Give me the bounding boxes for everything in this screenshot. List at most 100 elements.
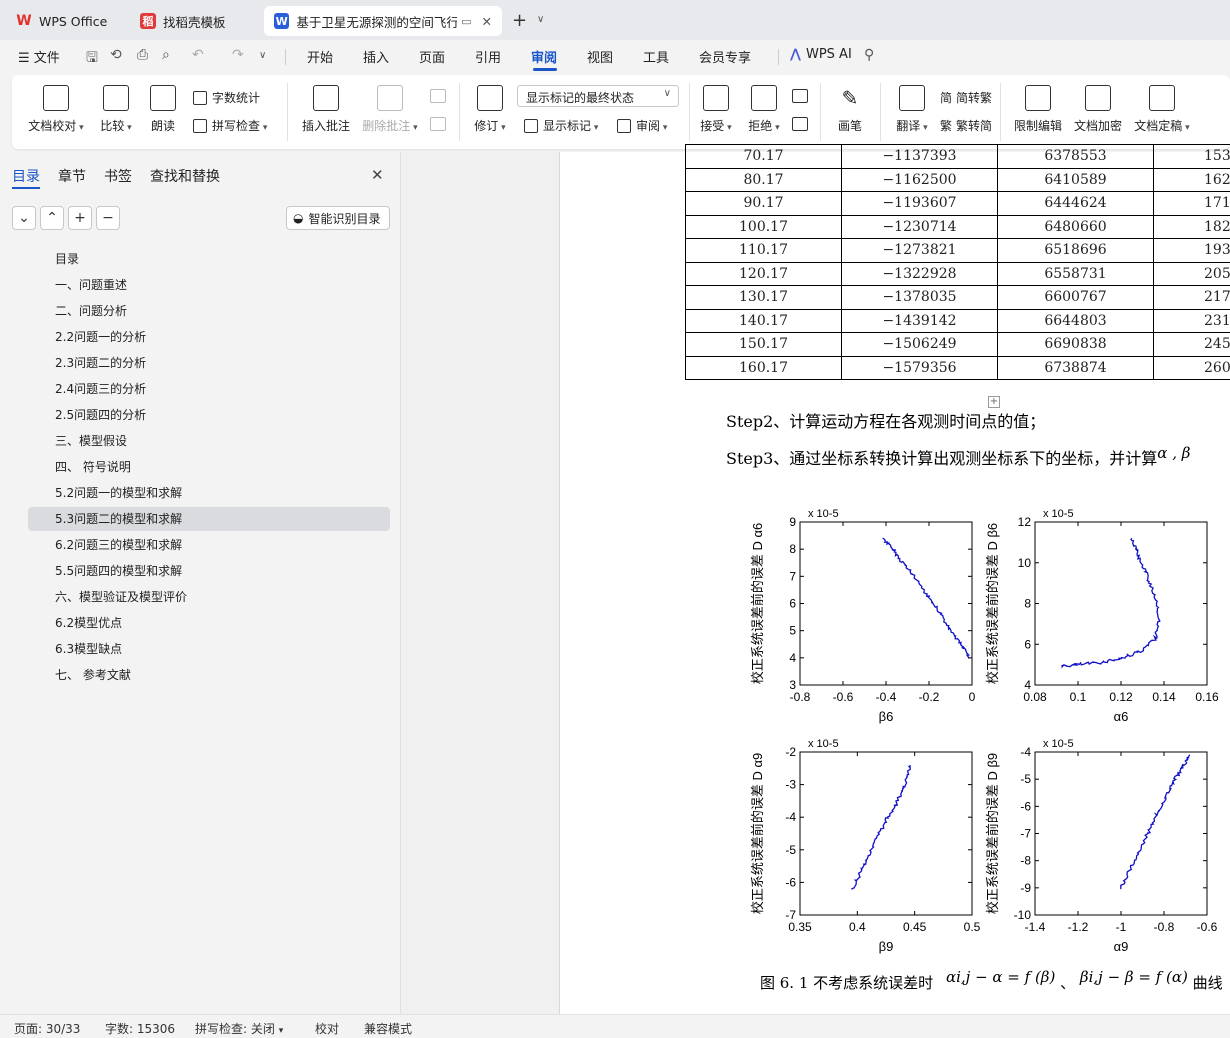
- y-tick-label: 5: [789, 624, 796, 638]
- menu-tools[interactable]: 工具: [643, 47, 669, 66]
- table-cell: 70.17: [685, 144, 842, 169]
- share-icon[interactable]: ⟲: [110, 47, 122, 63]
- save-icon[interactable]: 🖫: [86, 47, 98, 71]
- tab-docer[interactable]: 稻 找稻壳模板: [130, 6, 260, 36]
- toc-item[interactable]: 2.3问题二的分析: [28, 351, 390, 375]
- menu-view[interactable]: 视图: [587, 47, 613, 66]
- prev-comment-icon[interactable]: [430, 89, 446, 103]
- word-count-button[interactable]: 字数统计: [193, 89, 260, 106]
- table-cell: 2452: [1153, 332, 1230, 357]
- toc-item[interactable]: 5.2问题一的模型和求解: [28, 481, 390, 505]
- tab-wps-office[interactable]: W WPS Office: [6, 6, 124, 36]
- y-tick-label: -10: [1014, 908, 1032, 922]
- toc-item[interactable]: 2.4问题三的分析: [28, 377, 390, 401]
- tab-toc[interactable]: 目录: [12, 166, 40, 186]
- toc-item[interactable]: 二、问题分析: [28, 299, 390, 323]
- undo-icon[interactable]: ↶: [192, 47, 204, 63]
- doc-check-button[interactable]: 文档校对: [28, 85, 84, 134]
- toc-item[interactable]: 6.3模型缺点: [28, 637, 390, 661]
- figure-caption: 图 6. 1 不考虑系统误差时 αi,j − α = f (β) 、 βi,j …: [760, 968, 1223, 993]
- prev-change-icon[interactable]: [792, 89, 808, 103]
- toc-item[interactable]: 七、 参考文献: [28, 663, 390, 687]
- toc-item[interactable]: 四、 符号说明: [28, 455, 390, 479]
- show-markup-button[interactable]: 显示标记: [524, 117, 598, 134]
- close-tab-icon[interactable]: ✕: [482, 14, 492, 29]
- search-icon[interactable]: ⚲: [864, 47, 874, 63]
- proof-status[interactable]: 校对: [315, 1020, 339, 1037]
- reject-button[interactable]: 拒绝: [746, 85, 782, 134]
- to-simplified-button[interactable]: 繁繁转简: [940, 117, 992, 134]
- scale-note: x 10-5: [1043, 738, 1074, 750]
- hamburger-icon: ☰: [18, 51, 30, 66]
- print-icon[interactable]: ⎙: [137, 47, 148, 63]
- translate-icon: [899, 85, 925, 111]
- menu-member[interactable]: 会员专享: [699, 47, 751, 66]
- spell-check-label: 拼写检查: [212, 117, 267, 134]
- print-preview-icon[interactable]: ⌕: [162, 47, 170, 63]
- menu-page[interactable]: 页面: [419, 47, 445, 66]
- compare-button[interactable]: 比较: [96, 85, 136, 134]
- menu-bar: ☰ 文件 🖫 ⟲ ⎙ ⌕ ↶ ↷ ∨ 开始 插入 页面 引用 审阅 视图 工具 …: [0, 40, 1230, 72]
- to-traditional-button[interactable]: 简简转繁: [940, 89, 992, 106]
- step3-paragraph: Step3、通过坐标系转换计算出观测坐标系下的坐标，并计算α , β: [726, 444, 1190, 469]
- remove-heading-button[interactable]: −: [96, 206, 120, 230]
- next-change-icon[interactable]: [792, 117, 808, 131]
- toc-item[interactable]: 2.5问题四的分析: [28, 403, 390, 427]
- encrypt-button[interactable]: 文档加密: [1072, 85, 1124, 134]
- new-tab-icon[interactable]: +: [512, 10, 527, 31]
- markup-state-select[interactable]: 显示标记的最终状态 ∨: [517, 85, 679, 107]
- x-tick-label: -1.2: [1068, 920, 1089, 934]
- menu-references[interactable]: 引用: [475, 47, 501, 66]
- toc-item[interactable]: 六、模型验证及模型评价: [28, 585, 390, 609]
- collapse-all-button[interactable]: ⌄: [12, 206, 36, 230]
- translate-button[interactable]: 翻译: [892, 85, 932, 134]
- toc-item[interactable]: 5.3问题二的模型和求解: [28, 507, 390, 531]
- menu-home[interactable]: 开始: [307, 47, 333, 66]
- word-count[interactable]: 字数: 15306: [105, 1020, 175, 1037]
- redo-icon[interactable]: ↷: [232, 47, 244, 63]
- tab-find-replace[interactable]: 查找和替换: [150, 166, 220, 186]
- toc-item[interactable]: 5.5问题四的模型和求解: [28, 559, 390, 583]
- tab-document[interactable]: W 基于卫星无源探测的空间飞行器 ▭ ✕: [264, 6, 502, 36]
- table-cell: 1539: [1153, 144, 1230, 169]
- toc-item[interactable]: 三、模型假设: [28, 429, 390, 453]
- smart-toc-button[interactable]: ◒ 智能识别目录: [286, 206, 390, 230]
- tab-list-chevron-icon[interactable]: ∨: [537, 14, 544, 25]
- tab-bookmarks[interactable]: 书签: [104, 166, 132, 186]
- tab-chapters[interactable]: 章节: [58, 166, 86, 186]
- close-pane-icon[interactable]: ✕: [371, 166, 384, 184]
- wps-ai-button[interactable]: ⋀ WPS AI: [790, 47, 852, 62]
- insert-comment-button[interactable]: 插入批注: [300, 85, 352, 134]
- more-chevron-icon[interactable]: ∨: [259, 50, 266, 61]
- menu-review[interactable]: 审阅: [531, 47, 557, 66]
- table-add-row-icon[interactable]: +: [988, 396, 1000, 408]
- expand-up-button[interactable]: ⌃: [40, 206, 64, 230]
- restrict-edit-button[interactable]: 限制编辑: [1012, 85, 1064, 134]
- track-changes-button[interactable]: 修订: [470, 85, 510, 134]
- file-menu[interactable]: ☰ 文件: [18, 47, 60, 66]
- toc-item[interactable]: 6.2模型优点: [28, 611, 390, 635]
- table-cell: 1625: [1153, 167, 1230, 192]
- toc-item[interactable]: 一、问题重述: [28, 273, 390, 297]
- next-comment-icon[interactable]: [430, 117, 446, 131]
- toc-item[interactable]: 目录: [28, 247, 390, 271]
- finalize-button[interactable]: 文档定稿: [1132, 85, 1192, 134]
- read-aloud-button[interactable]: 朗读: [148, 85, 178, 134]
- menu-insert[interactable]: 插入: [363, 47, 389, 66]
- review-pane-button[interactable]: 审阅: [617, 117, 667, 134]
- add-heading-button[interactable]: +: [68, 206, 92, 230]
- toc-item[interactable]: 2.2问题一的分析: [28, 325, 390, 349]
- pen-button[interactable]: ✎ 画笔: [832, 85, 868, 134]
- accept-button[interactable]: 接受: [698, 85, 734, 134]
- read-aloud-label: 朗读: [150, 119, 175, 133]
- delete-comment-button[interactable]: 删除批注: [360, 85, 420, 134]
- table-cell: −1579356: [841, 355, 998, 380]
- page-indicator[interactable]: 页面: 30/33: [14, 1020, 80, 1037]
- spell-check-status[interactable]: 拼写检查: 关闭 ▾: [195, 1020, 283, 1037]
- document-page: 70.17−11373936378553153980.17−1162500641…: [559, 144, 1230, 1014]
- file-menu-label: 文件: [33, 51, 60, 66]
- y-tick-label: 12: [1018, 515, 1032, 529]
- toc-item[interactable]: 6.2问题三的模型和求解: [28, 533, 390, 557]
- caption-equation-2: βi,j − β = f (α): [1079, 968, 1188, 986]
- spell-check-button[interactable]: 拼写检查: [193, 117, 267, 134]
